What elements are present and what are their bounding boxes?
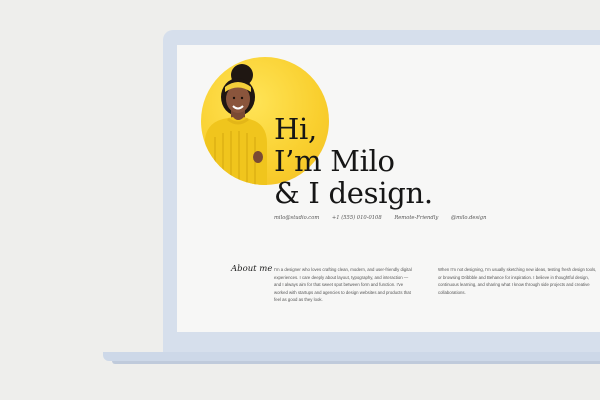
about-paragraph-1: I'm a designer who loves crafting clean,… <box>274 267 412 302</box>
contact-availability: Remote-Friendly <box>394 215 439 221</box>
hero-line-3: & I design. <box>274 176 433 210</box>
hero-heading: Hi, I’m Milo & I design. <box>274 113 594 209</box>
contact-line: milo@studio.com +1 (555) 010-0108 Remote… <box>274 215 574 221</box>
laptop-base-shadow <box>112 361 600 364</box>
hero-line-2: I’m Milo <box>274 144 395 178</box>
about-paragraph-2: When I'm not designing, I'm usually sket… <box>438 267 597 295</box>
contact-email[interactable]: milo@studio.com <box>274 215 319 221</box>
contact-handle[interactable]: @milo.design <box>451 215 486 221</box>
laptop-screen: Hi, I’m Milo & I design. milo@studio.com… <box>177 45 600 332</box>
contact-phone[interactable]: +1 (555) 010-0108 <box>332 215 382 221</box>
laptop-base <box>103 352 600 361</box>
hero-line-1: Hi, <box>274 112 317 146</box>
